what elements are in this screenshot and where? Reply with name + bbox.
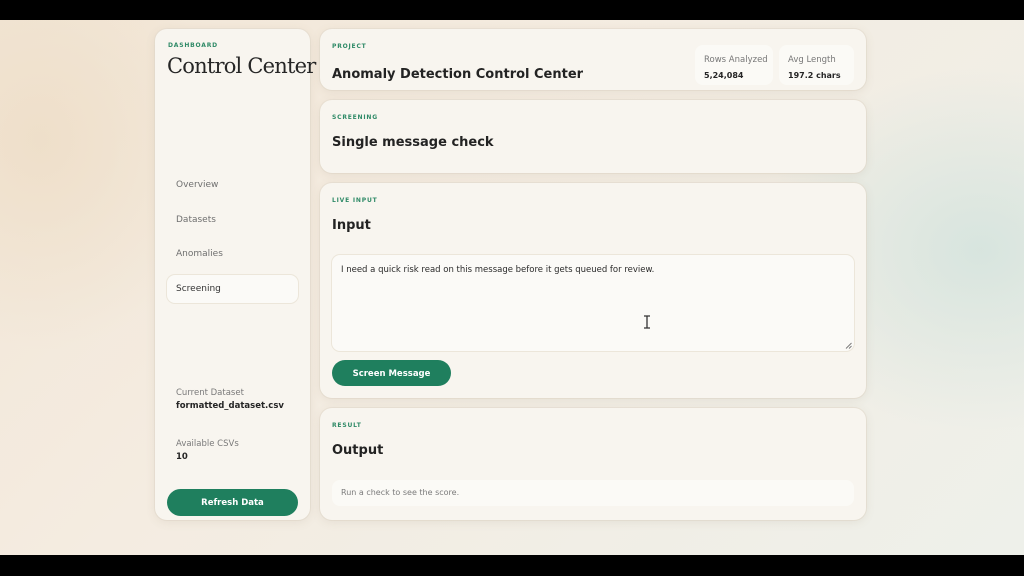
sidebar-item-overview[interactable]: Overview	[167, 171, 298, 199]
rows-analyzed-value: 5,24,084	[704, 71, 744, 80]
sidebar: DASHBOARD Control Center Overview Datase…	[155, 29, 316, 520]
available-csvs-value: 10	[176, 452, 188, 462]
output-title: Output	[332, 443, 384, 458]
avg-length-stat: Avg Length 197.2 chars	[779, 45, 854, 85]
result-kicker: RESULT	[332, 422, 362, 429]
live-input-kicker: LIVE INPUT	[332, 197, 378, 204]
message-text: I need a quick risk read on this message…	[341, 265, 655, 275]
live-input-card: LIVE INPUT Input I need a quick risk rea…	[320, 183, 866, 398]
result-card: RESULT Output Run a check to see the sco…	[320, 408, 866, 520]
screening-title: Single message check	[332, 135, 494, 150]
app-window: DASHBOARD Control Center Overview Datase…	[0, 20, 1024, 555]
brand-title: Control Center	[167, 54, 316, 78]
refresh-data-button[interactable]: Refresh Data	[167, 489, 298, 516]
rows-analyzed-stat: Rows Analyzed 5,24,084	[695, 45, 773, 85]
project-kicker: PROJECT	[332, 43, 367, 50]
screening-card: SCREENING Single message check	[320, 100, 866, 173]
sidebar-item-screening[interactable]: Screening	[167, 275, 298, 303]
sidebar-item-datasets[interactable]: Datasets	[167, 206, 298, 234]
sidebar-item-anomalies[interactable]: Anomalies	[167, 240, 298, 268]
current-dataset-label: Current Dataset	[176, 388, 244, 398]
screening-kicker: SCREENING	[332, 114, 378, 121]
project-title: Anomaly Detection Control Center	[332, 67, 584, 82]
avg-length-label: Avg Length	[788, 55, 836, 65]
input-title: Input	[332, 218, 371, 233]
screen-message-button[interactable]: Screen Message	[332, 360, 451, 386]
resize-grip-icon[interactable]	[845, 342, 852, 349]
message-textarea[interactable]: I need a quick risk read on this message…	[332, 255, 854, 351]
project-card: PROJECT Anomaly Detection Control Center…	[320, 29, 866, 90]
letterbox-top	[0, 0, 1024, 20]
sidebar-kicker: DASHBOARD	[168, 42, 218, 49]
rows-analyzed-label: Rows Analyzed	[704, 55, 768, 65]
text-cursor-icon	[644, 315, 650, 329]
avg-length-value: 197.2 chars	[788, 71, 841, 80]
current-dataset-value: formatted_dataset.csv	[176, 401, 284, 411]
available-csvs-label: Available CSVs	[176, 439, 239, 449]
letterbox-bottom	[0, 555, 1024, 576]
output-box: Run a check to see the score.	[332, 480, 854, 506]
